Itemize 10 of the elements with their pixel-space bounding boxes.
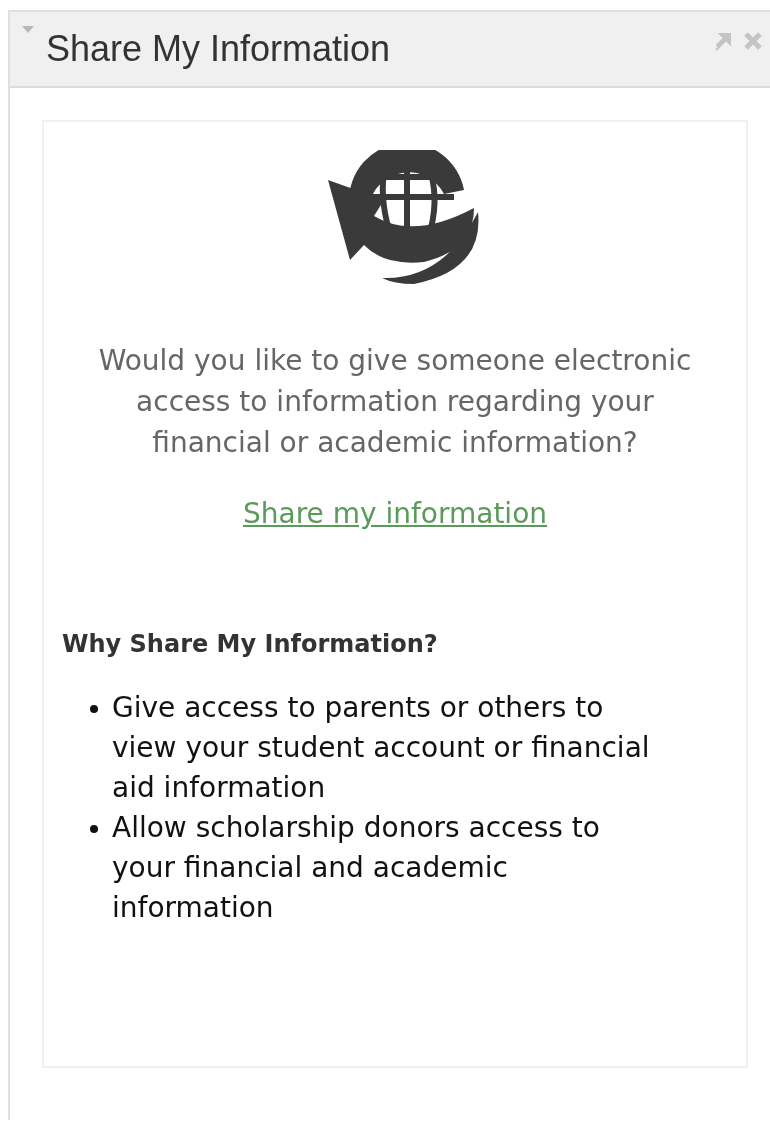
prompt-text: Would you like to give someone electronic access to information regarding your financial or academic information? [97,343,693,461]
share-link[interactable]: Share my information [242,497,548,530]
panel-title: Share My Information [46,28,391,70]
section-heading: Why Share My Information? [62,630,438,658]
collapse-icon[interactable] [22,26,34,34]
list-item: Allow scholarship donors access to your financial and academic information [112,810,601,926]
bullet-icon [90,825,98,833]
close-icon[interactable] [742,30,764,52]
bullet-icon [90,705,98,713]
list-item: Give access to parents or others to view your student account or financial aid information [112,690,650,806]
